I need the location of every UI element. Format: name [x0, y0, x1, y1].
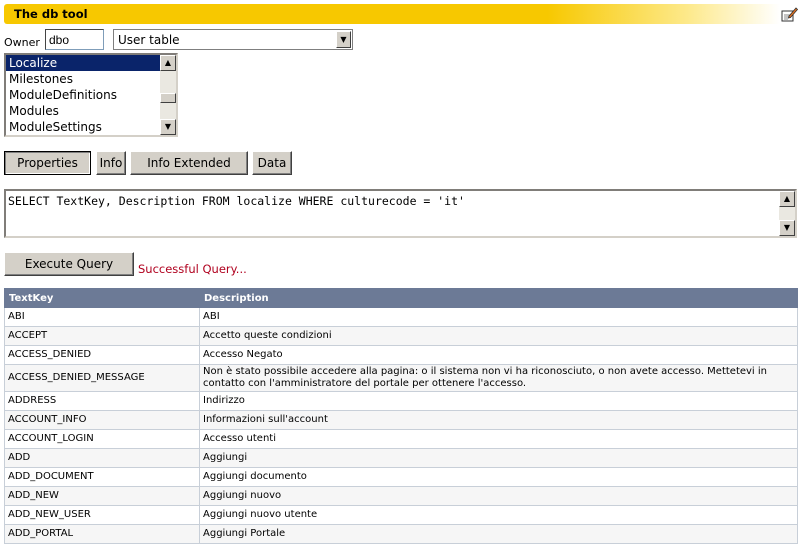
- column-header-description[interactable]: Description: [199, 288, 798, 308]
- results-table: TextKey Description ABI ABI ACCEPT Accetto…: [4, 288, 798, 544]
- tab-properties[interactable]: Properties: [4, 151, 91, 175]
- execute-query-button[interactable]: Execute Query: [4, 252, 134, 276]
- cell-description: ABI: [199, 307, 798, 327]
- listbox-scrollbar[interactable]: ▲ ▼: [160, 55, 176, 135]
- tab-info[interactable]: Info: [96, 151, 126, 175]
- table-row: ADD_PORTAL Aggiungi Portale: [4, 524, 798, 544]
- cell-description: Aggiungi: [199, 448, 798, 468]
- table-row: ACCEPT Accetto queste condizioni: [4, 326, 798, 346]
- table-row: ADD Aggiungi: [4, 448, 798, 468]
- cell-description: Non è stato possibile accedere alla pagi…: [199, 364, 798, 392]
- cell-textkey: ACCOUNT_INFO: [4, 410, 200, 430]
- table-row: ADDRESS Indirizzo: [4, 391, 798, 411]
- table-list-item[interactable]: ModuleDefinitions: [6, 87, 160, 103]
- owner-input[interactable]: [45, 29, 104, 50]
- title-bar: The db tool: [4, 4, 780, 24]
- table-list-item[interactable]: ModuleSettings: [6, 119, 160, 135]
- cell-description: Indirizzo: [199, 391, 798, 411]
- cell-textkey: ACCESS_DENIED: [4, 345, 200, 365]
- query-text: SELECT TextKey, Description FROM localiz…: [8, 194, 465, 208]
- cell-textkey: ADD_PORTAL: [4, 524, 200, 544]
- app-title: The db tool: [14, 7, 88, 21]
- query-scrollbar[interactable]: ▲ ▼: [779, 191, 795, 236]
- edit-pencil-icon[interactable]: [780, 5, 798, 23]
- cell-description: Aggiungi documento: [199, 467, 798, 487]
- tab-data[interactable]: Data: [252, 151, 292, 175]
- cell-description: Accesso Negato: [199, 345, 798, 365]
- cell-description: Informazioni sull'account: [199, 410, 798, 430]
- table-row: ADD_NEW_USER Aggiungi nuovo utente: [4, 505, 798, 525]
- cell-textkey: ABI: [4, 307, 200, 327]
- table-list-item[interactable]: Modules: [6, 103, 160, 119]
- query-textarea[interactable]: SELECT TextKey, Description FROM localiz…: [4, 189, 797, 238]
- cell-description: Accesso utenti: [199, 429, 798, 449]
- chevron-down-icon[interactable]: ▼: [336, 31, 351, 48]
- scroll-down-icon[interactable]: ▼: [160, 119, 176, 135]
- cell-textkey: ADD_NEW: [4, 486, 200, 506]
- table-list-item[interactable]: Localize: [6, 55, 160, 71]
- cell-description: Accetto queste condizioni: [199, 326, 798, 346]
- table-row: ACCOUNT_INFO Informazioni sull'account: [4, 410, 798, 430]
- scroll-up-icon[interactable]: ▲: [779, 191, 795, 207]
- table-row: ABI ABI: [4, 307, 798, 327]
- cell-textkey: ACCESS_DENIED_MESSAGE: [4, 364, 200, 392]
- object-type-value: User table: [118, 33, 180, 47]
- tab-info-extended[interactable]: Info Extended: [130, 151, 248, 175]
- cell-description: Aggiungi nuovo utente: [199, 505, 798, 525]
- table-listbox[interactable]: Localize Milestones ModuleDefinitions Mo…: [4, 53, 178, 137]
- table-row: ACCESS_DENIED_MESSAGE Non è stato possibi…: [4, 364, 798, 392]
- column-header-textkey[interactable]: TextKey: [4, 288, 200, 308]
- table-row: ADD_NEW Aggiungi nuovo: [4, 486, 798, 506]
- table-header-row: TextKey Description: [4, 288, 798, 308]
- table-row: ACCOUNT_LOGIN Accesso utenti: [4, 429, 798, 449]
- cell-textkey: ADD: [4, 448, 200, 468]
- cell-textkey: ACCOUNT_LOGIN: [4, 429, 200, 449]
- cell-textkey: ADDRESS: [4, 391, 200, 411]
- table-list-item[interactable]: Milestones: [6, 71, 160, 87]
- cell-textkey: ACCEPT: [4, 326, 200, 346]
- cell-textkey: ADD_NEW_USER: [4, 505, 200, 525]
- object-type-select[interactable]: User table ▼: [113, 29, 353, 50]
- table-row: ACCESS_DENIED Accesso Negato: [4, 345, 798, 365]
- query-status: Successful Query...: [138, 262, 247, 276]
- cell-description: Aggiungi nuovo: [199, 486, 798, 506]
- cell-description: Aggiungi Portale: [199, 524, 798, 544]
- table-row: ADD_DOCUMENT Aggiungi documento: [4, 467, 798, 487]
- cell-textkey: ADD_DOCUMENT: [4, 467, 200, 487]
- owner-label: Owner: [4, 36, 40, 49]
- scroll-thumb[interactable]: [160, 93, 176, 103]
- scroll-up-icon[interactable]: ▲: [160, 55, 176, 71]
- scroll-down-icon[interactable]: ▼: [779, 220, 795, 236]
